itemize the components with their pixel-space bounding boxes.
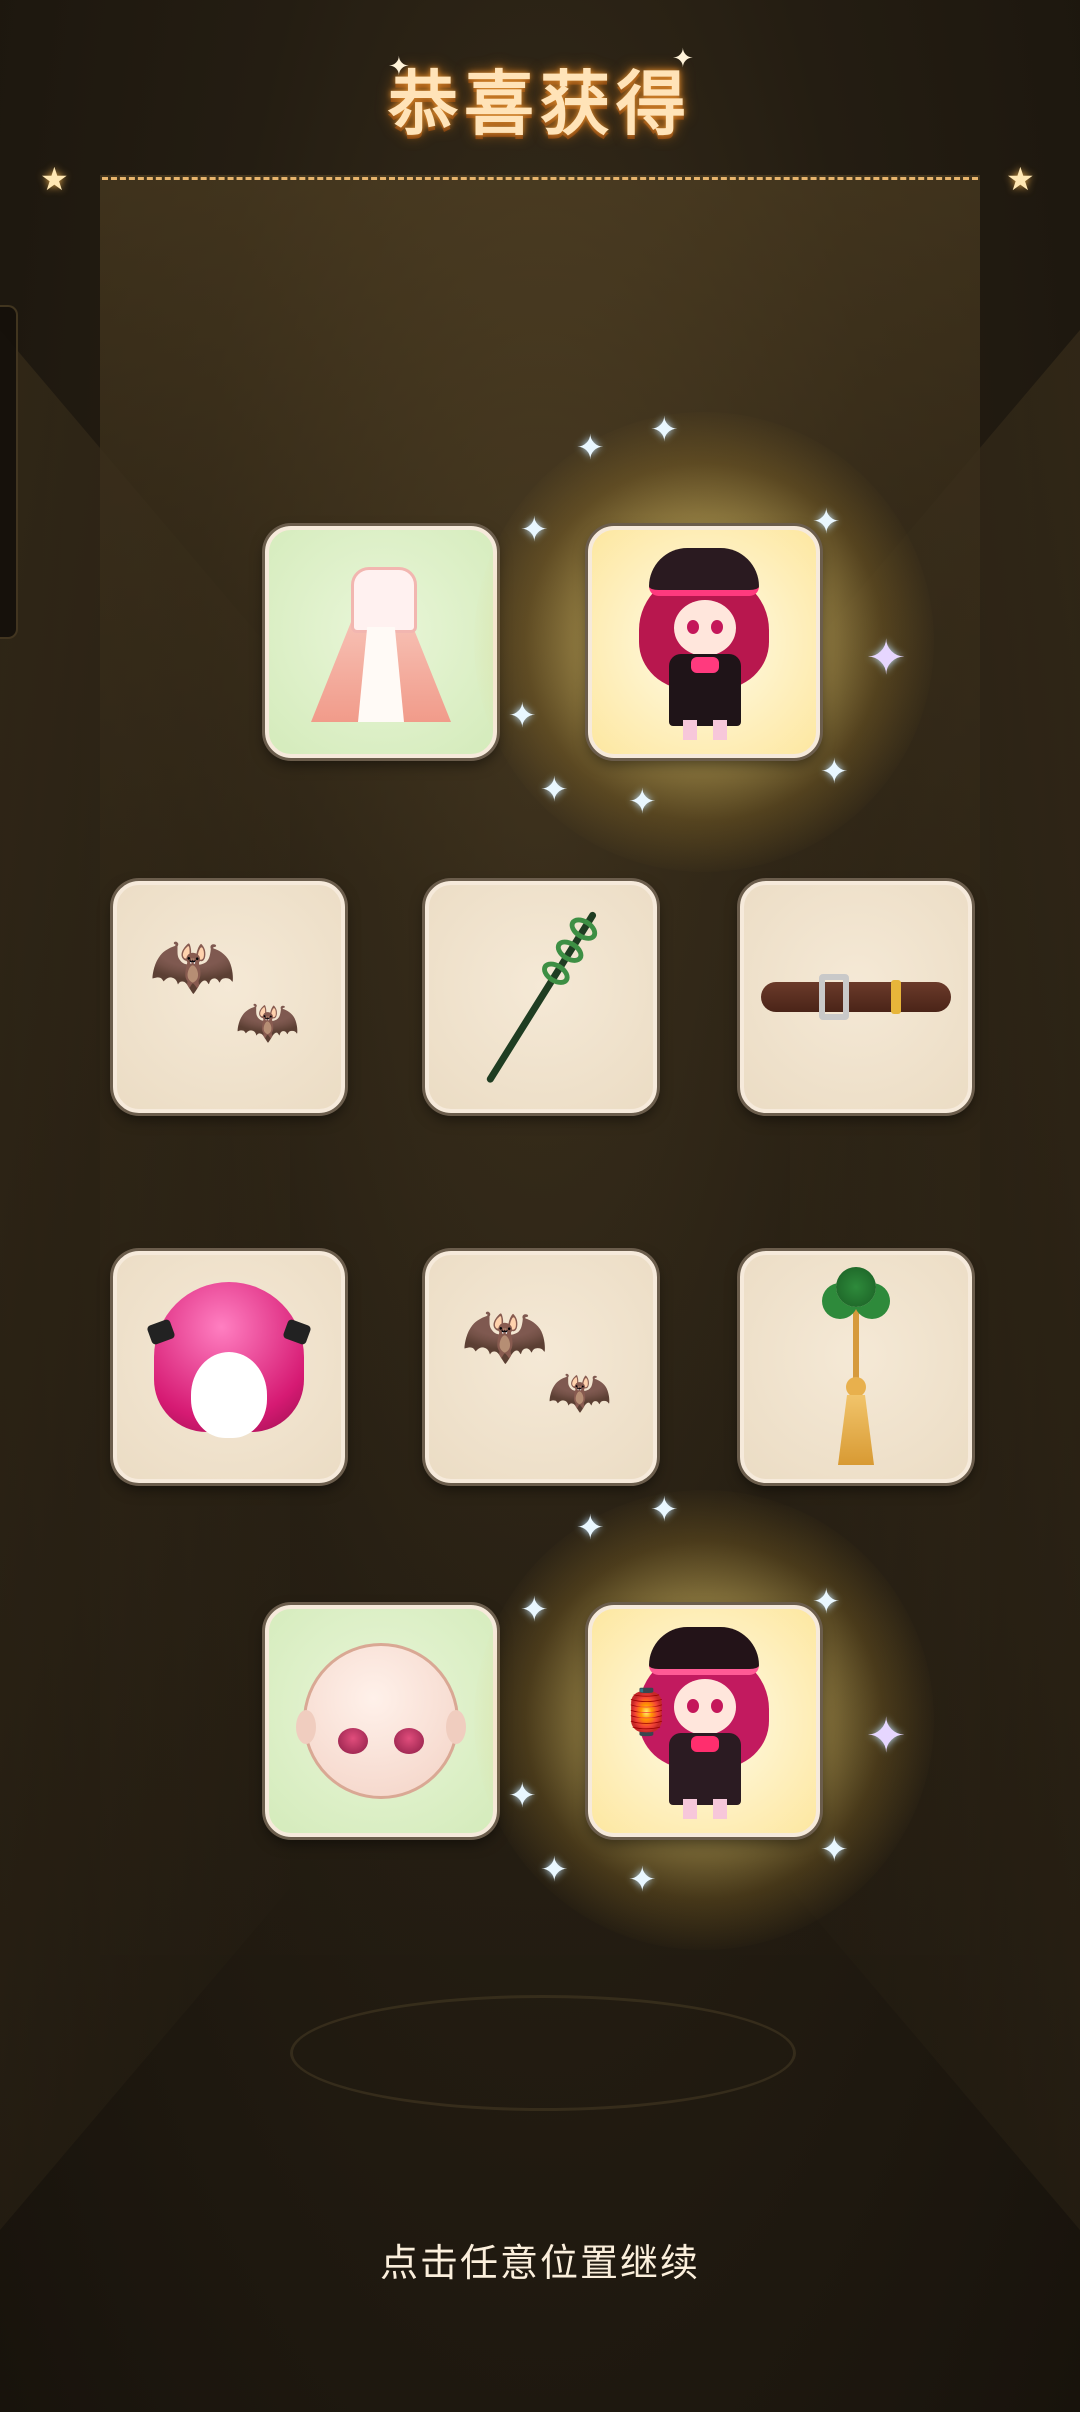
title-sparkle-icon: ✦ [388,52,410,82]
lantern-icon: 🏮 [619,1687,674,1738]
reward-item-bats[interactable]: 🦇 🦇 [113,881,345,1113]
clover-tassel-icon [816,1267,896,1467]
face-makeup-icon [296,1643,466,1799]
rewards-title: 恭喜获得 [388,63,692,145]
divider-star-left-icon: ★ [40,160,69,198]
sparkle-icon: ✦ [650,410,679,450]
reward-item-face[interactable] [265,1605,497,1837]
gothic-lolita-character-icon [619,542,789,742]
sparkle-icon: ✦ [820,1830,849,1870]
sparkle-icon: ✦ [866,1708,907,1764]
sparkle-icon: ✦ [820,752,849,792]
title-sparkle-icon: ✦ [672,44,694,74]
reward-item-wig[interactable] [113,1251,345,1483]
reward-item-dress[interactable] [265,526,497,758]
reward-item-bats[interactable]: 🦇 🦇 [425,1251,657,1483]
reward-item-character-card[interactable]: 🏮 [588,1605,820,1837]
bats-accessory-icon: 🦇 🦇 [149,924,300,1052]
sparkle-icon: ✦ [650,1490,679,1530]
pink-dress-outfit-icon [306,557,456,727]
divider-star-right-icon: ★ [1006,160,1035,198]
reward-item-tassel[interactable] [740,1251,972,1483]
sparkle-icon: ✦ [812,1582,841,1622]
sparkle-icon: ✦ [520,1590,549,1630]
sparkle-icon: ✦ [540,770,569,810]
side-drawer-handle[interactable] [0,305,18,639]
sparkle-icon: ✦ [508,1776,537,1816]
sparkle-icon: ✦ [576,428,605,468]
lantern-character-icon: 🏮 [619,1621,789,1821]
sparkle-icon: ✦ [576,1508,605,1548]
reward-item-belt[interactable] [740,881,972,1113]
sparkle-icon: ✦ [508,696,537,736]
snake-staff-icon [471,902,611,1093]
reward-item-snake-staff[interactable] [425,881,657,1113]
reward-item-character-card[interactable] [588,526,820,758]
sparkle-icon: ✦ [540,1850,569,1890]
title-divider [102,177,978,180]
sparkle-icon: ✦ [812,502,841,542]
bats-accessory-icon: 🦇 🦇 [461,1294,612,1422]
sparkle-icon: ✦ [628,1860,657,1900]
leather-belt-icon [761,974,951,1020]
floor-ring [290,1995,796,2111]
sparkle-icon: ✦ [520,510,549,550]
pink-wig-icon [139,1282,319,1452]
sparkle-icon: ✦ [866,630,907,686]
tap-to-continue-hint[interactable]: 点击任意位置继续 [0,2232,1080,2287]
sparkle-icon: ✦ [628,782,657,822]
